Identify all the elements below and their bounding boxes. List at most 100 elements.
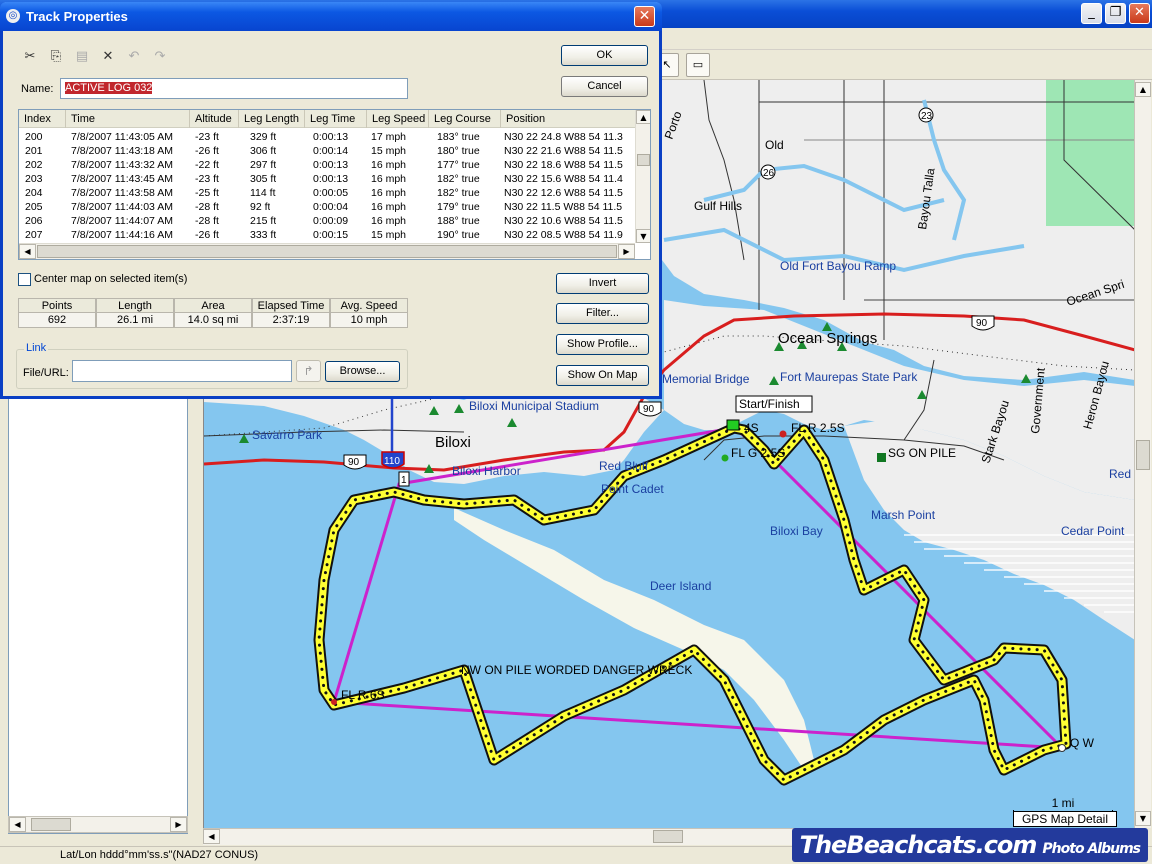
redo-icon[interactable]: ↷ — [151, 48, 169, 66]
map-vertical-scrollbar[interactable]: ▲ ▼ — [1134, 80, 1151, 828]
go-arrow-icon[interactable]: ↱ — [296, 360, 321, 382]
table-cell: 114 ft — [250, 187, 276, 199]
label-us-90-c: 90 — [976, 318, 988, 329]
table-row[interactable]: 203 7/8/2007 11:43:45 AM -23 ft 305 ft 0:00:… — [19, 172, 636, 186]
table-vscroll-thumb[interactable] — [637, 154, 650, 166]
measure-tool-icon[interactable]: ▭ — [686, 53, 710, 77]
table-cell: 7/8/2007 11:43:45 AM — [71, 173, 173, 185]
map-vscroll-thumb[interactable] — [1136, 440, 1150, 470]
table-cell: N30 22 08.5 W88 54 11.9 — [504, 229, 623, 241]
table-cell: N30 22 15.6 W88 54 11.4 — [504, 173, 623, 185]
table-row[interactable]: 205 7/8/2007 11:44:03 AM -28 ft 92 ft 0:00:0… — [19, 200, 636, 214]
file-url-input[interactable] — [72, 360, 292, 382]
table-cell: -26 ft — [195, 229, 219, 241]
maximize-button[interactable]: ❐ — [1105, 3, 1126, 24]
table-cell: 180° true — [437, 145, 480, 157]
map-scroll-left-arrow-icon[interactable]: ◀ — [203, 829, 220, 844]
table-cell: 179° true — [437, 201, 480, 213]
filter-button[interactable]: Filter... — [556, 303, 649, 324]
ok-button[interactable]: OK — [561, 45, 648, 66]
label-us-90-a: 90 — [348, 457, 360, 468]
table-scroll-left-icon[interactable]: ◀ — [19, 244, 36, 259]
col-index[interactable]: Index — [19, 110, 66, 128]
show-profile-button[interactable]: Show Profile... — [556, 334, 649, 355]
track-name-input[interactable]: ACTIVE LOG 032 — [60, 78, 408, 99]
table-cell: 0:00:05 — [313, 187, 349, 199]
table-cell: 15 mph — [371, 229, 407, 241]
fl-r-buoy-icon — [779, 430, 787, 438]
table-row[interactable]: 206 7/8/2007 11:44:07 AM -28 ft 215 ft 0:00:… — [19, 214, 636, 228]
table-scroll-right-icon[interactable]: ▶ — [618, 244, 635, 259]
scroll-left-arrow-icon[interactable]: ◀ — [9, 817, 26, 832]
col-position[interactable]: Position — [501, 110, 650, 128]
label-biloxi: Biloxi — [435, 434, 471, 451]
scroll-down-arrow-icon[interactable]: ▼ — [1135, 811, 1151, 826]
deer-island — [454, 508, 814, 770]
label-fl-g-4s: 4S — [744, 421, 759, 435]
minimize-button[interactable]: _ — [1081, 3, 1102, 24]
table-cell: 182° true — [437, 187, 480, 199]
col-time[interactable]: Time — [66, 110, 190, 128]
label-biloxi-municipal-stadium: Biloxi Municipal Stadium — [469, 399, 599, 413]
label-cedar-point: Cedar Point — [1061, 524, 1125, 538]
center-map-checkbox[interactable] — [18, 273, 31, 286]
track-points-table[interactable]: Index Time Altitude Leg Length Leg Time … — [18, 109, 651, 260]
table-cell: 202 — [25, 159, 43, 171]
table-hscroll-thumb[interactable] — [37, 245, 617, 258]
copy-icon[interactable]: ⎘ — [47, 48, 65, 66]
paste-icon[interactable]: ▤ — [73, 48, 91, 66]
table-cell: 0:00:14 — [313, 145, 349, 157]
link-legend: Link — [24, 342, 49, 354]
table-cell: 0:00:04 — [313, 201, 349, 213]
table-row[interactable]: 207 7/8/2007 11:44:16 AM -26 ft 333 ft 0:00:… — [19, 228, 636, 242]
col-altitude[interactable]: Altitude — [190, 110, 239, 128]
col-leg-speed[interactable]: Leg Speed — [367, 110, 429, 128]
label-fort-maurepas: Fort Maurepas State Park — [780, 370, 918, 384]
col-leg-time[interactable]: Leg Time — [305, 110, 367, 128]
invert-button[interactable]: Invert — [556, 273, 649, 294]
scroll-right-arrow-icon[interactable]: ▶ — [170, 817, 187, 832]
center-map-label[interactable]: Center map on selected item(s) — [34, 273, 187, 285]
map-hscroll-thumb[interactable] — [653, 830, 683, 843]
map-scale: 1 mi GPS Map Detail — [1013, 796, 1117, 827]
label-fl-r-6s: FL R 6S — [341, 688, 385, 702]
dialog-titlebar[interactable]: ◎ Track Properties ✕ — [0, 2, 662, 31]
browse-button[interactable]: Browse... — [325, 361, 400, 382]
table-scroll-up-icon[interactable]: ▲ — [636, 110, 650, 124]
table-row[interactable]: 200 7/8/2007 11:43:05 AM -23 ft 329 ft 0:00:… — [19, 130, 636, 144]
label-marsh-point: Marsh Point — [871, 508, 936, 522]
table-cell: 16 mph — [371, 187, 407, 199]
label-ocean-springs: Ocean Springs — [778, 330, 877, 347]
table-scroll-down-icon[interactable]: ▼ — [636, 229, 650, 243]
table-cell: 17 mph — [371, 131, 407, 143]
show-on-map-button[interactable]: Show On Map — [556, 365, 649, 386]
left-panel-list[interactable] — [8, 398, 188, 834]
col-leg-length[interactable]: Leg Length — [239, 110, 305, 128]
undo-icon[interactable]: ↶ — [125, 48, 143, 66]
main-close-button[interactable]: ✕ — [1129, 3, 1150, 24]
left-panel-scrollbar[interactable]: ◀ ▶ — [8, 816, 188, 833]
table-horizontal-scrollbar[interactable]: ◀ ▶ — [19, 243, 635, 259]
col-leg-course[interactable]: Leg Course — [429, 110, 501, 128]
table-vertical-scrollbar[interactable]: ▲ ▼ — [635, 110, 650, 243]
label-savarro-park: Savarro Park — [252, 428, 323, 442]
label-point-cadet: Point Cadet — [601, 482, 664, 496]
cut-icon[interactable]: ✂ — [21, 48, 39, 66]
delete-icon[interactable]: ✕ — [99, 48, 117, 66]
table-cell: N30 22 24.8 W88 54 11.3 — [504, 131, 623, 143]
table-cell: 183° true — [437, 131, 480, 143]
table-cell: 190° true — [437, 229, 480, 241]
dialog-close-button[interactable]: ✕ — [634, 6, 655, 27]
table-row[interactable]: 201 7/8/2007 11:43:18 AM -26 ft 306 ft 0:00:… — [19, 144, 636, 158]
watermark-logo: TheBeachcats.com Photo Albums — [791, 828, 1148, 862]
cancel-button[interactable]: Cancel — [561, 76, 648, 97]
watermark-text: TheBeachcats.com — [799, 831, 1038, 859]
label-old: Old — [765, 138, 784, 152]
table-cell: 7/8/2007 11:44:03 AM — [71, 201, 173, 213]
label-start-finish: Start/Finish — [739, 397, 800, 411]
scroll-thumb[interactable] — [31, 818, 71, 831]
stat-header-area: Area — [174, 298, 252, 313]
table-row[interactable]: 202 7/8/2007 11:43:32 AM -22 ft 297 ft 0:00:… — [19, 158, 636, 172]
table-row[interactable]: 204 7/8/2007 11:43:58 AM -25 ft 114 ft 0:00:… — [19, 186, 636, 200]
scroll-up-arrow-icon[interactable]: ▲ — [1135, 82, 1151, 97]
